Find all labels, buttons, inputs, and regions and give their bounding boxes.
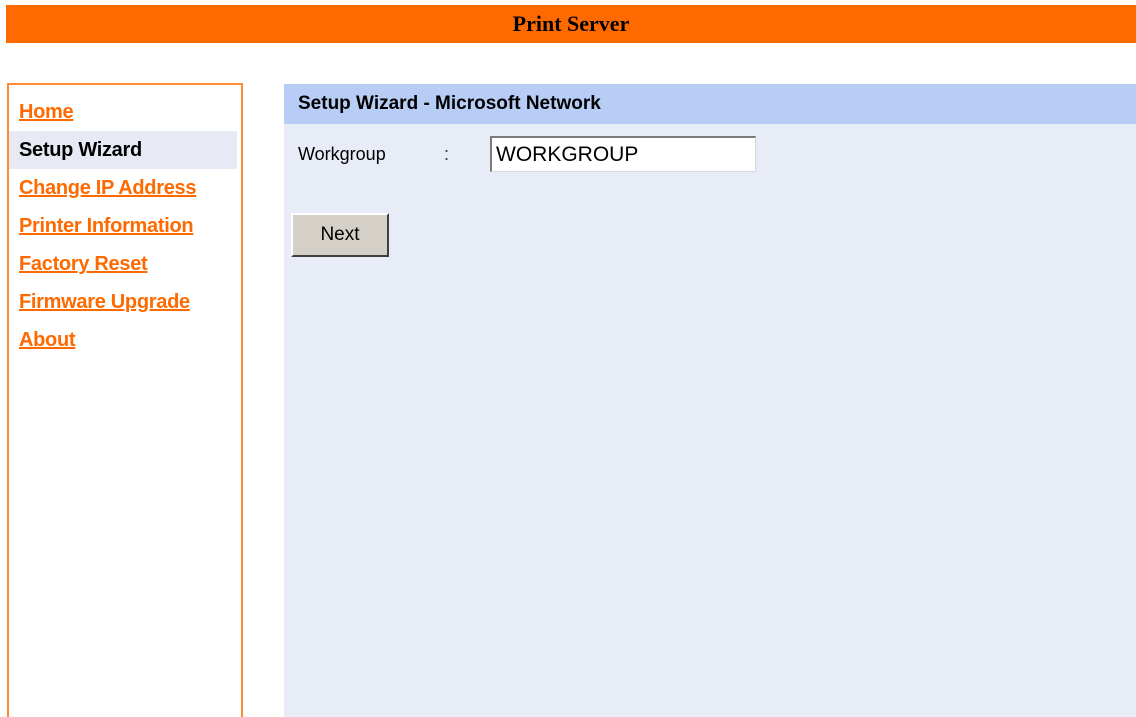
- setup-wizard-label: Setup Wizard: [19, 139, 142, 161]
- workgroup-input[interactable]: [490, 136, 756, 172]
- firmware-upgrade-link[interactable]: Firmware Upgrade: [19, 291, 190, 313]
- sidebar: Home Setup Wizard Change IP Address Prin…: [7, 83, 243, 717]
- factory-reset-link[interactable]: Factory Reset: [19, 253, 148, 275]
- sidebar-item-about[interactable]: About: [9, 321, 237, 359]
- sidebar-item-printer-information[interactable]: Printer Information: [9, 207, 237, 245]
- about-link[interactable]: About: [19, 329, 76, 351]
- workgroup-separator: :: [444, 143, 450, 164]
- sidebar-item-setup-wizard: Setup Wizard: [9, 131, 237, 169]
- sidebar-item-change-ip-address[interactable]: Change IP Address: [9, 169, 237, 207]
- main-content: Setup Wizard - Microsoft Network Workgro…: [284, 84, 1136, 717]
- sidebar-nav: Home Setup Wizard Change IP Address Prin…: [9, 85, 241, 359]
- sidebar-item-home[interactable]: Home: [9, 93, 237, 131]
- section-title: Setup Wizard - Microsoft Network: [284, 84, 1136, 124]
- workgroup-row: Workgroup :: [298, 134, 756, 174]
- workgroup-label: Workgroup: [298, 143, 386, 164]
- printer-information-link[interactable]: Printer Information: [19, 215, 194, 237]
- sidebar-item-factory-reset[interactable]: Factory Reset: [9, 245, 237, 283]
- print-server-page: Print Server Home Setup Wizard Change IP…: [0, 0, 1136, 717]
- page-title: Print Server: [6, 5, 1136, 43]
- sidebar-item-firmware-upgrade[interactable]: Firmware Upgrade: [9, 283, 237, 321]
- next-button[interactable]: Next: [291, 213, 389, 257]
- change-ip-address-link[interactable]: Change IP Address: [19, 177, 196, 199]
- home-link[interactable]: Home: [19, 101, 74, 123]
